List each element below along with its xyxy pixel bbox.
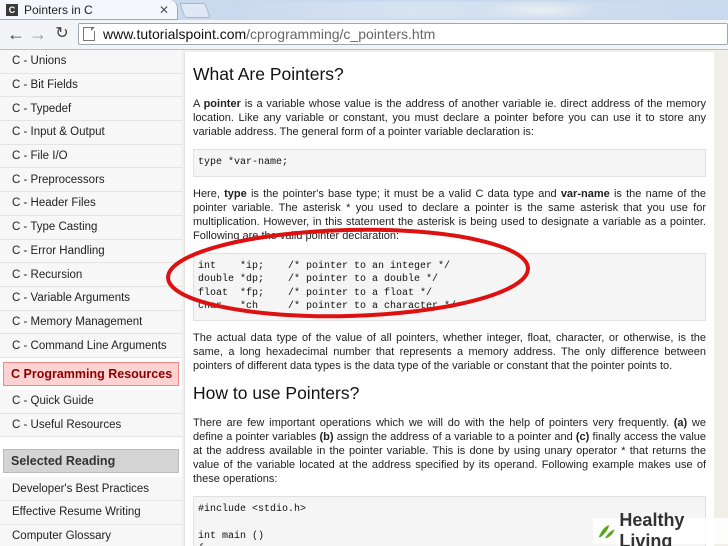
page-icon	[83, 27, 95, 41]
tab-bar-background	[215, 2, 715, 18]
paragraph-data-type: The actual data type of the value of all…	[193, 331, 706, 372]
sidebar-item-typedef[interactable]: C - Typedef	[0, 97, 182, 122]
sidebar-item-type-casting[interactable]: C - Type Casting	[0, 215, 182, 240]
tab-title: Pointers in C	[24, 2, 93, 17]
selected-reading-heading: Selected Reading	[3, 449, 179, 474]
paragraph-intro: A pointer is a variable whose value is t…	[193, 98, 706, 138]
browser-toolbar: ← → ↻ www.tutorialspoint.com/cprogrammin…	[0, 20, 728, 50]
sidebar-item-input-output[interactable]: C - Input & Output	[0, 121, 182, 145]
url-host: www.tutorialspoint.com	[103, 26, 247, 42]
resources-heading: C Programming Resources	[3, 361, 179, 386]
url-path: /cprogramming/c_pointers.htm	[246, 26, 436, 42]
sidebar-item-preprocessors[interactable]: C - Preprocessors	[0, 168, 182, 193]
back-arrow-icon[interactable]: ←	[6, 24, 26, 44]
sidebar-item-computer-glossary[interactable]: Computer Glossary	[0, 524, 182, 546]
code-declaration-syntax: type *var-name;	[193, 149, 706, 177]
tab-close-icon[interactable]: ✕	[159, 3, 169, 17]
forward-arrow-icon[interactable]: →	[28, 24, 48, 44]
watermark-text: Healthy Living	[619, 510, 685, 546]
code-pointer-declarations: int *ip; /* pointer to an integer */doub…	[193, 252, 706, 321]
sidebar-item-file-io[interactable]: C - File I/O	[0, 144, 182, 169]
sidebar-item-best-practices[interactable]: Developer's Best Practices	[0, 477, 182, 501]
tab-bar: C Pointers in C ✕	[0, 0, 728, 20]
healthy-living-watermark: Healthy Living	[593, 510, 728, 546]
sidebar-item-resume-writing[interactable]: Effective Resume Writing	[0, 501, 182, 525]
paragraph-type-explained: Here, type is the pointer's base type; i…	[193, 187, 706, 242]
heading-how-to-use-pointers: How to use Pointers?	[193, 382, 360, 403]
sidebar-item-memory-management[interactable]: C - Memory Management	[0, 310, 182, 335]
sidebar-item-bit-fields[interactable]: C - Bit Fields	[0, 73, 182, 98]
scrollbar[interactable]	[714, 50, 728, 546]
sidebar-item-useful-resources[interactable]: C - Useful Resources	[0, 413, 182, 438]
favicon-icon: C	[6, 3, 18, 16]
sidebar-item-variable-arguments[interactable]: C - Variable Arguments	[0, 286, 182, 311]
heading-what-are-pointers: What Are Pointers?	[193, 64, 344, 84]
sidebar-item-unions[interactable]: C - Unions	[0, 50, 182, 74]
leaf-logo-icon	[598, 524, 615, 539]
tab-bar-highlight	[480, 0, 600, 20]
sidebar-item-command-line-arguments[interactable]: C - Command Line Arguments	[0, 334, 182, 358]
page-content: C - Unions C - Bit Fields C - Typedef C …	[0, 50, 728, 546]
sidebar: C - Unions C - Bit Fields C - Typedef C …	[0, 50, 182, 546]
browser-tab[interactable]: C Pointers in C ✕	[0, 0, 178, 20]
paragraph-operations: There are few important operations which…	[193, 416, 707, 485]
sidebar-item-quick-guide[interactable]: C - Quick Guide	[0, 389, 182, 414]
sidebar-item-error-handling[interactable]: C - Error Handling	[0, 239, 182, 264]
reload-icon[interactable]: ↻	[52, 24, 72, 44]
sidebar-item-recursion[interactable]: C - Recursion	[0, 263, 182, 287]
new-tab-button[interactable]	[179, 3, 211, 18]
main-article: What Are Pointers? A pointer is a variab…	[184, 52, 714, 546]
sidebar-item-header-files[interactable]: C - Header Files	[0, 192, 182, 216]
address-bar[interactable]: www.tutorialspoint.com/cprogramming/c_po…	[78, 23, 728, 45]
